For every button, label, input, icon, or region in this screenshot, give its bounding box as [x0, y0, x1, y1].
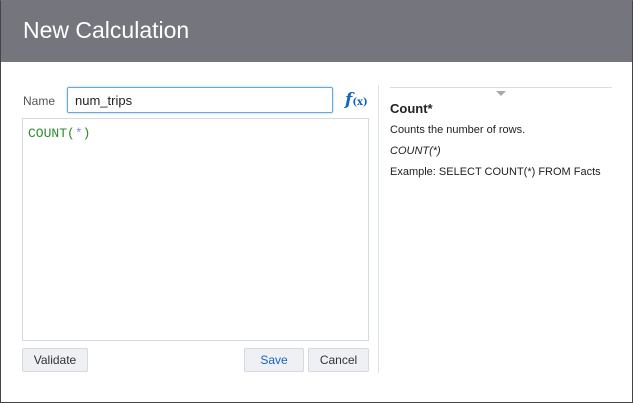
- help-syntax: COUNT(*): [390, 145, 441, 157]
- help-description: Counts the number of rows.: [390, 124, 526, 136]
- expression-arg: *: [74, 126, 83, 141]
- function-icon[interactable]: f(x): [345, 90, 368, 110]
- paren-open: (: [67, 126, 75, 141]
- caret-down-icon: [496, 91, 506, 96]
- cancel-button[interactable]: Cancel: [308, 348, 369, 372]
- panel-divider: [378, 85, 379, 373]
- help-title: Count*: [390, 101, 433, 116]
- fx-sub: (x): [352, 97, 368, 108]
- help-example: Example: SELECT COUNT(*) FROM Facts: [390, 166, 601, 178]
- name-input[interactable]: [67, 87, 333, 113]
- dialog-title: New Calculation: [23, 17, 190, 43]
- dialog-header: New Calculation: [1, 1, 632, 62]
- name-label: Name: [23, 94, 56, 108]
- save-button[interactable]: Save: [244, 348, 304, 372]
- expression-function: COUNT: [28, 126, 68, 141]
- validate-button[interactable]: Validate: [22, 348, 88, 372]
- help-divider: [390, 87, 612, 88]
- paren-close: ): [82, 126, 91, 141]
- expression-editor[interactable]: COUNT(*): [22, 118, 369, 341]
